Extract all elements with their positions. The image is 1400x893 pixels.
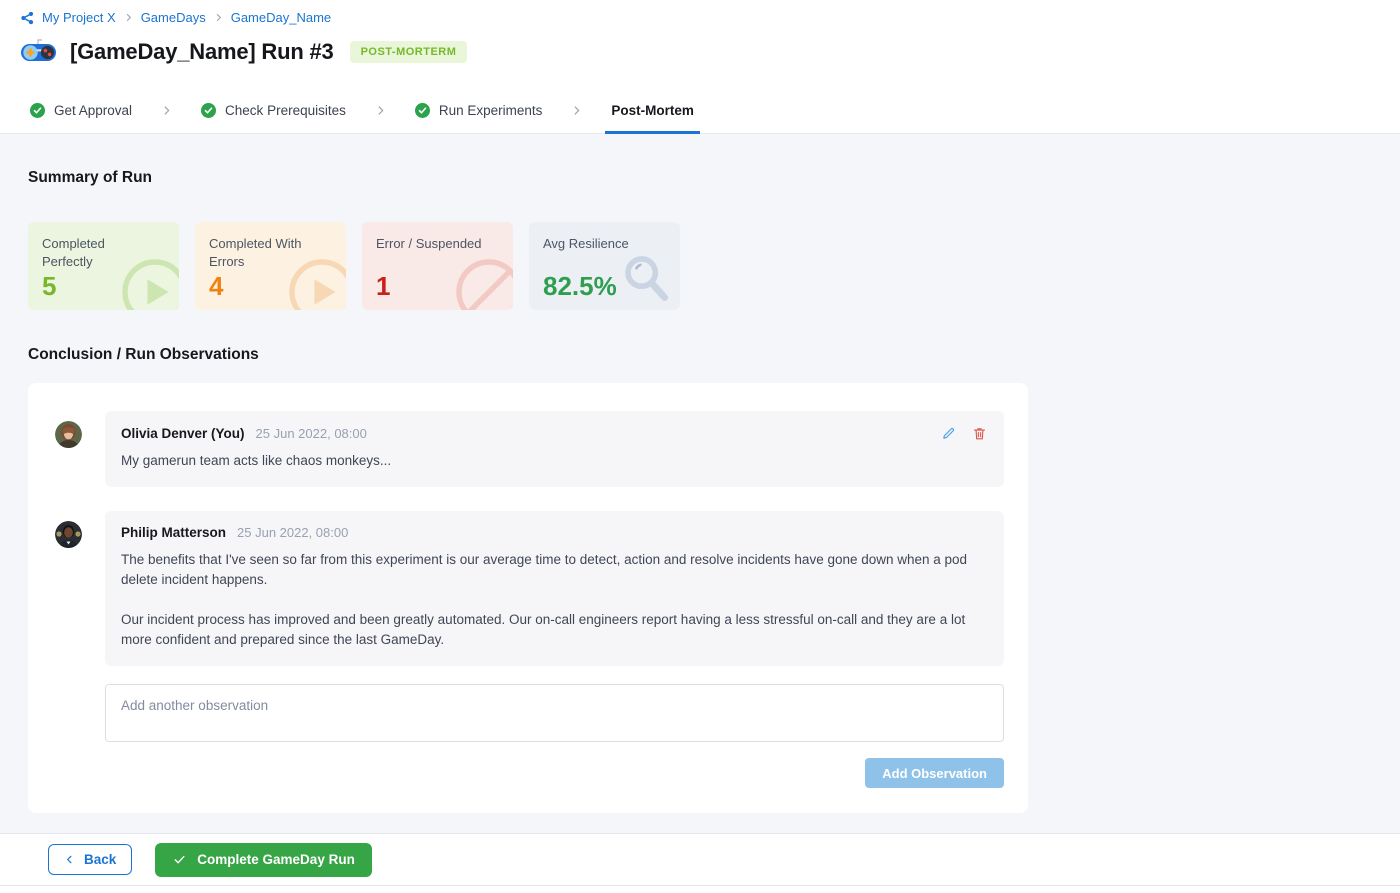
stat-value: 5	[42, 271, 56, 302]
comment-bubble: Olivia Denver (You) 25 Jun 2022, 08:00 M…	[105, 411, 1004, 487]
step-label: Get Approval	[54, 103, 132, 118]
stat-card-completed-perfectly: Completed Perfectly 5	[28, 222, 179, 310]
step-check-prerequisites[interactable]: Check Prerequisites	[201, 88, 346, 133]
breadcrumb-gamedays[interactable]: GameDays	[141, 10, 206, 25]
footer-bar: Back Complete GameDay Run	[0, 833, 1400, 886]
check-circle-icon	[201, 103, 216, 118]
add-observation-button[interactable]: Add Observation	[865, 758, 1004, 788]
summary-cards: Completed Perfectly 5 Completed With Err…	[28, 222, 1372, 310]
comment-bubble: Philip Matterson 25 Jun 2022, 08:00 The …	[105, 511, 1004, 666]
chevron-right-icon	[123, 12, 134, 23]
check-circle-icon	[30, 103, 45, 118]
avatar-olivia	[55, 421, 82, 448]
add-observation-input[interactable]	[105, 684, 1004, 742]
comment-timestamp: 25 Jun 2022, 08:00	[237, 525, 348, 540]
step-get-approval[interactable]: Get Approval	[30, 88, 132, 133]
chevron-right-icon	[374, 104, 387, 117]
back-button[interactable]: Back	[48, 844, 132, 875]
stat-card-completed-with-errors: Completed With Errors 4	[195, 222, 346, 310]
comment-text: The benefits that I've seen so far from …	[121, 550, 988, 650]
play-circle-icon	[119, 256, 179, 310]
comment-text: My gamerun team acts like chaos monkeys.…	[121, 451, 988, 471]
checkmark-icon	[172, 853, 187, 866]
observations-card: Olivia Denver (You) 25 Jun 2022, 08:00 M…	[28, 383, 1028, 813]
check-circle-icon	[415, 103, 430, 118]
delete-comment-button[interactable]	[972, 425, 988, 441]
step-label: Check Prerequisites	[225, 103, 346, 118]
avatar-philip	[55, 521, 82, 548]
stat-card-avg-resilience: Avg Resilience 82.5%	[529, 222, 680, 310]
ban-circle-icon	[453, 256, 513, 310]
chevron-right-icon	[570, 104, 583, 117]
stat-value: 82.5%	[543, 271, 617, 302]
breadcrumb: My Project X GameDays GameDay_Name	[20, 10, 1380, 25]
run-stepper: Get Approval Check Prerequisites Run Exp…	[0, 88, 1400, 134]
chevron-right-icon	[213, 12, 224, 23]
main-content: Summary of Run Completed Perfectly 5 Com…	[0, 134, 1400, 833]
comment-timestamp: 25 Jun 2022, 08:00	[256, 426, 367, 441]
complete-gameday-run-button[interactable]: Complete GameDay Run	[155, 843, 372, 877]
magnifier-icon	[620, 252, 672, 304]
observations-heading: Conclusion / Run Observations	[28, 346, 1372, 364]
stat-value: 4	[209, 271, 223, 302]
stat-label: Error / Suspended	[376, 235, 488, 253]
edit-comment-button[interactable]	[941, 425, 957, 441]
step-run-experiments[interactable]: Run Experiments	[415, 88, 543, 133]
comment-author: Philip Matterson	[121, 525, 226, 540]
comment-row: Olivia Denver (You) 25 Jun 2022, 08:00 M…	[55, 411, 1004, 487]
step-post-mortem[interactable]: Post-Mortem	[611, 88, 694, 133]
comment-row: Philip Matterson 25 Jun 2022, 08:00 The …	[55, 511, 1004, 666]
status-badge: POST-MORTERM	[350, 41, 468, 63]
stat-value: 1	[376, 271, 390, 302]
summary-heading: Summary of Run	[28, 134, 1372, 187]
breadcrumb-gameday-name[interactable]: GameDay_Name	[231, 10, 331, 25]
project-share-icon	[20, 11, 35, 25]
page-header: My Project X GameDays GameDay_Name [Game…	[0, 0, 1400, 88]
step-label: Run Experiments	[439, 103, 543, 118]
breadcrumb-project[interactable]: My Project X	[42, 10, 116, 25]
stat-label: Avg Resilience	[543, 235, 655, 253]
chevron-right-icon	[160, 104, 173, 117]
gamepad-icon	[20, 38, 57, 65]
chevron-left-icon	[64, 853, 75, 866]
page-title: [GameDay_Name] Run #3	[70, 39, 334, 65]
step-label: Post-Mortem	[611, 103, 694, 118]
stat-card-error-suspended: Error / Suspended 1	[362, 222, 513, 310]
play-circle-icon	[286, 256, 346, 310]
comment-author: Olivia Denver (You)	[121, 426, 245, 441]
